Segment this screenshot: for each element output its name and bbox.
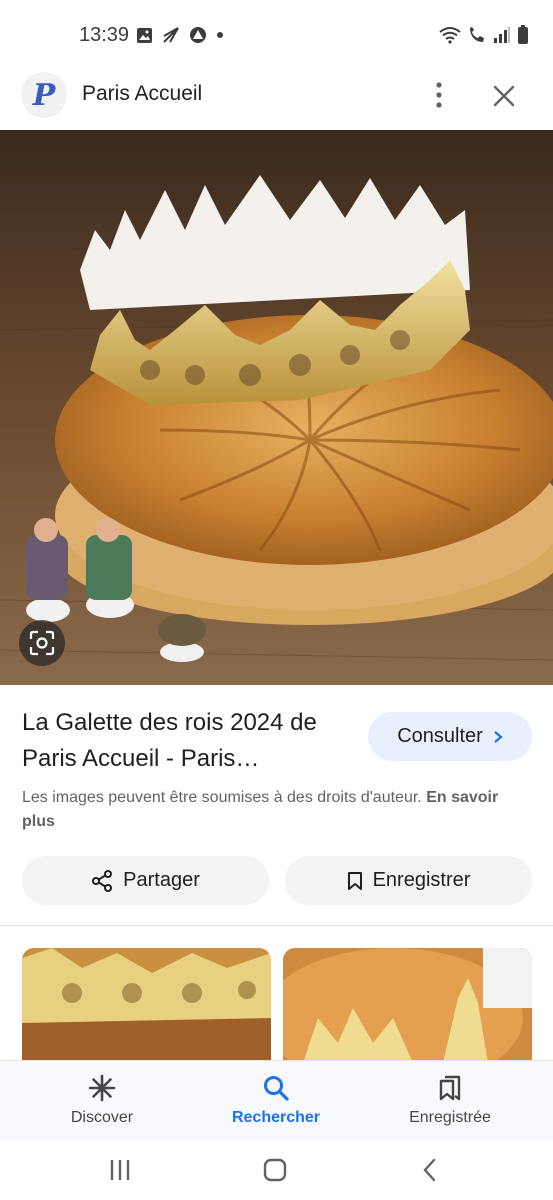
copyright-note: Les images peuvent être soumises à des d…: [22, 786, 522, 834]
section-divider: [0, 925, 553, 926]
nav-discover[interactable]: Discover: [32, 1061, 172, 1141]
recent-apps-icon[interactable]: [106, 1157, 134, 1183]
alert-icon: [190, 27, 206, 43]
signal-icon: [494, 27, 510, 43]
related-image[interactable]: [22, 948, 271, 1063]
main-image[interactable]: [0, 130, 553, 685]
status-notification-icons: [136, 26, 224, 44]
home-icon[interactable]: [261, 1157, 289, 1183]
search-icon: [264, 1076, 289, 1101]
nav-search-label: Rechercher: [231, 1109, 321, 1126]
consult-button[interactable]: Consulter: [368, 712, 532, 761]
wifi-icon: [439, 27, 461, 44]
back-icon[interactable]: [416, 1157, 444, 1183]
lens-icon: [29, 630, 55, 656]
share-icon: [92, 869, 113, 892]
bookmarks-icon: [439, 1075, 461, 1101]
share-button[interactable]: Partager: [22, 856, 269, 905]
bottom-navigation: Discover Rechercher Enregistrée: [0, 1060, 553, 1140]
system-navigation: [0, 1140, 553, 1200]
status-time: 13:39: [79, 24, 130, 46]
bookmark-icon: [347, 871, 362, 890]
copyright-text: Les images peuvent être soumises à des d…: [22, 789, 422, 806]
image-icon: [137, 27, 152, 43]
related-image-crown: [22, 948, 271, 1063]
nav-search[interactable]: Rechercher: [206, 1061, 346, 1141]
related-image-galette: [283, 948, 532, 1063]
chevron-right-icon: [494, 730, 503, 743]
related-image[interactable]: [283, 948, 532, 1063]
lens-button[interactable]: [19, 620, 65, 666]
send-icon: [163, 27, 179, 43]
call-icon: [470, 27, 484, 42]
status-bar: 13:39: [0, 0, 553, 70]
nav-saved[interactable]: Enregistrée: [380, 1061, 520, 1141]
status-system-icons: [439, 25, 529, 45]
consult-label: Consulter: [397, 725, 483, 747]
save-label: Enregistrer: [372, 869, 471, 891]
site-logo[interactable]: P: [21, 72, 67, 118]
battery-icon: [518, 25, 528, 44]
save-button[interactable]: Enregistrer: [285, 856, 532, 905]
page-header: P Paris Accueil: [0, 70, 553, 130]
result-title[interactable]: La Galette des rois 2024 de Paris Accuei…: [22, 705, 352, 777]
nav-discover-label: Discover: [70, 1109, 134, 1126]
more-vert-icon[interactable]: [428, 80, 450, 110]
galette-illustration: [0, 130, 553, 685]
dot-icon: [217, 32, 223, 38]
nav-saved-label: Enregistrée: [409, 1109, 491, 1126]
site-title[interactable]: Paris Accueil: [82, 82, 202, 106]
share-label: Partager: [123, 869, 200, 891]
site-logo-letter: P: [32, 77, 56, 113]
close-icon[interactable]: [490, 82, 518, 110]
asterisk-icon: [88, 1074, 116, 1102]
